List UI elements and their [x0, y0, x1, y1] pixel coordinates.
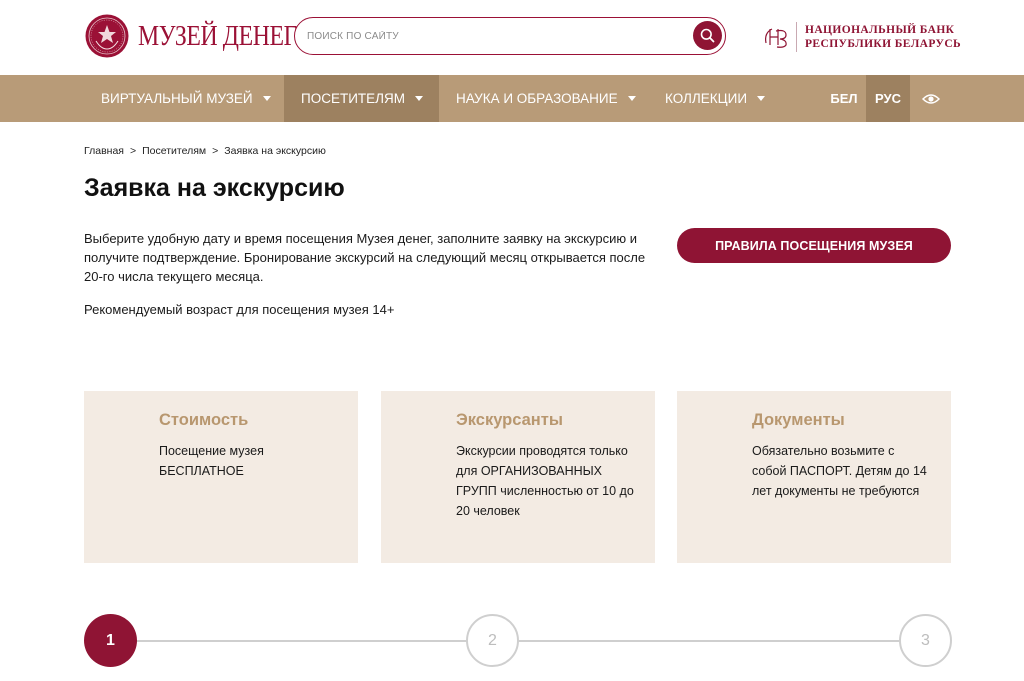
nav-item-science-education[interactable]: НАУКА И ОБРАЗОВАНИЕ [456, 75, 636, 122]
age-note: Рекомендуемый возраст для посещения музе… [84, 302, 395, 317]
breadcrumb-visitors[interactable]: Посетителям [142, 145, 206, 157]
logo-text: МУЗЕЙ ДЕНЕГ [138, 19, 297, 52]
national-bank-monogram-icon [765, 28, 787, 48]
card-text: Экскурсии проводятся только для ОРГАНИЗО… [456, 444, 634, 518]
nbrb-divider [796, 22, 797, 52]
nav-item-label: ПОСЕТИТЕЛЯМ [301, 91, 406, 106]
main-nav: ВИРТУАЛЬНЫЙ МУЗЕЙ ПОСЕТИТЕЛЯМ НАУКА И ОБ… [0, 75, 1024, 122]
caret-down-icon [757, 96, 766, 101]
national-bank-link[interactable]: НАЦИОНАЛЬНЫЙ БАНК РЕСПУБЛИКИ БЕЛАРУСЬ [760, 21, 961, 53]
accessibility-button[interactable] [910, 75, 952, 122]
step-2[interactable]: 2 [466, 614, 519, 667]
card-visitors: Экскурсанты Экскурсии проводятся только … [381, 391, 655, 563]
breadcrumb-home[interactable]: Главная [84, 145, 124, 157]
step-1[interactable]: 1 [84, 614, 137, 667]
nbrb-title: НАЦИОНАЛЬНЫЙ БАНК РЕСПУБЛИКИ БЕЛАРУСЬ [805, 23, 961, 51]
caret-down-icon [627, 96, 636, 101]
nbrb-line-1: НАЦИОНАЛЬНЫЙ БАНК [805, 24, 955, 36]
card-title: Стоимость [159, 411, 249, 429]
booking-steps: 1 2 3 [84, 614, 952, 668]
caret-down-icon [415, 96, 424, 101]
step-connector [136, 640, 467, 642]
intro-text: Выберите удобную дату и время посещения … [84, 231, 646, 284]
nav-item-label: КОЛЛЕКЦИИ [665, 91, 748, 106]
breadcrumb-separator: > [129, 145, 137, 157]
nav-item-virtual-museum[interactable]: ВИРТУАЛЬНЫЙ МУЗЕЙ [101, 75, 271, 122]
nav-item-label: НАУКА И ОБРАЗОВАНИЕ [456, 91, 618, 106]
breadcrumb-separator: > [212, 145, 219, 157]
lang-be-button[interactable]: БЕЛ [822, 75, 866, 122]
museum-emblem-icon [85, 14, 129, 58]
search-icon [700, 28, 715, 43]
breadcrumb-current: Заявка на экскурсию [224, 145, 326, 157]
search-input[interactable] [307, 27, 677, 45]
search-box [294, 17, 726, 55]
museum-rules-button[interactable]: ПРАВИЛА ПОСЕЩЕНИЯ МУЗЕЯ [677, 228, 951, 263]
nav-item-label: ВИРТУАЛЬНЫЙ МУЗЕЙ [101, 91, 253, 106]
caret-down-icon [262, 96, 271, 101]
card-cost: Стоимость Посещение музея БЕСПЛАТНОЕ [84, 391, 358, 563]
eye-icon [922, 93, 940, 104]
card-text: Посещение музея БЕСПЛАТНОЕ [159, 444, 264, 478]
nbrb-line-2: РЕСПУБЛИКИ БЕЛАРУСЬ [805, 38, 962, 50]
card-title: Экскурсанты [456, 411, 563, 429]
page-title: Заявка на экскурсию [84, 174, 345, 202]
breadcrumb: Главная > Посетителям > Заявка на экскур… [84, 145, 326, 157]
step-connector [518, 640, 900, 642]
card-text: Обязательно возьмите с собой ПАСПОРТ. Де… [752, 444, 927, 498]
nav-item-collections[interactable]: КОЛЛЕКЦИИ [665, 75, 766, 122]
nav-item-visitors[interactable]: ПОСЕТИТЕЛЯМ [284, 75, 439, 122]
site-header: МУЗЕЙ ДЕНЕГ НАЦИОНАЛЬНЫЙ БАНК РЕСПУБЛИКИ… [0, 0, 1024, 75]
card-title: Документы [752, 411, 845, 429]
search-button[interactable] [693, 21, 722, 50]
card-documents: Документы Обязательно возьмите с собой П… [677, 391, 951, 563]
lang-ru-button[interactable]: РУС [866, 75, 910, 122]
step-3[interactable]: 3 [899, 614, 952, 667]
